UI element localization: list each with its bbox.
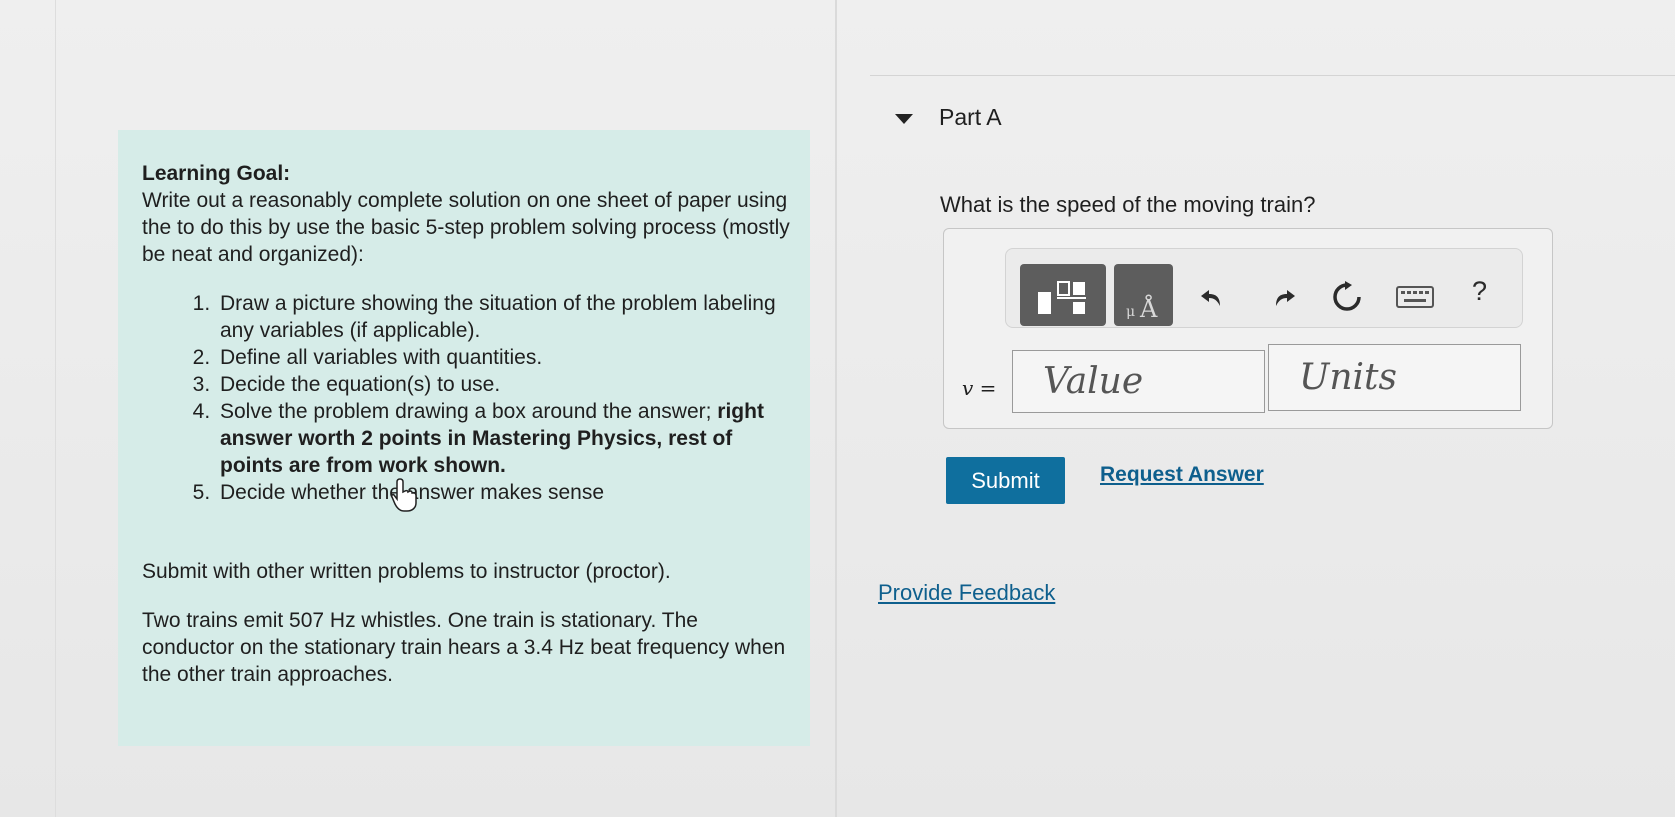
part-a-header[interactable]: Part A <box>895 104 1002 131</box>
question-text: What is the speed of the moving train? <box>940 192 1316 217</box>
column-divider <box>835 0 837 817</box>
templates-button[interactable] <box>1020 264 1106 326</box>
steps-list: Draw a picture showing the situation of … <box>142 290 776 506</box>
step-item: Define all variables with quantities. <box>216 344 776 371</box>
learning-goal-panel: Learning Goal: Write out a reasonably co… <box>118 130 810 746</box>
step-item: Solve the problem drawing a box around t… <box>216 398 776 479</box>
submit-note: Submit with other written problems to in… <box>142 560 671 583</box>
hand-cursor-icon <box>391 478 417 512</box>
left-divider <box>55 0 56 817</box>
units-input[interactable]: Units <box>1268 344 1521 411</box>
value-input[interactable]: Value <box>1012 350 1265 413</box>
step-item: Decide the equation(s) to use. <box>216 371 776 398</box>
undo-icon[interactable] <box>1198 282 1228 312</box>
redo-icon[interactable] <box>1268 282 1298 312</box>
problem-statement: Two trains emit 507 Hz whistles. One tra… <box>142 609 786 686</box>
fraction-template-icon <box>1038 281 1086 314</box>
units-angstrom-icon: μ Å <box>1126 294 1158 323</box>
provide-feedback-link[interactable]: Provide Feedback <box>878 580 1055 606</box>
step-item: Draw a picture showing the situation of … <box>216 290 776 344</box>
help-icon[interactable]: ? <box>1472 276 1487 307</box>
svg-text:Å: Å <box>1139 294 1158 323</box>
reset-icon[interactable] <box>1330 280 1364 314</box>
submit-button[interactable]: Submit <box>946 457 1065 504</box>
learning-goal-title: Learning Goal: <box>142 162 291 185</box>
svg-text:μ: μ <box>1126 304 1135 320</box>
collapse-caret-icon[interactable] <box>895 113 913 124</box>
units-button[interactable]: μ Å <box>1114 264 1173 326</box>
step-item: Decide whether the answer makes sense <box>216 479 776 506</box>
section-divider <box>870 75 1675 76</box>
variable-label: v = <box>962 376 997 400</box>
learning-goal-intro: Write out a reasonably complete solution… <box>142 189 790 266</box>
request-answer-link[interactable]: Request Answer <box>1100 463 1264 487</box>
keyboard-icon[interactable] <box>1396 286 1434 308</box>
